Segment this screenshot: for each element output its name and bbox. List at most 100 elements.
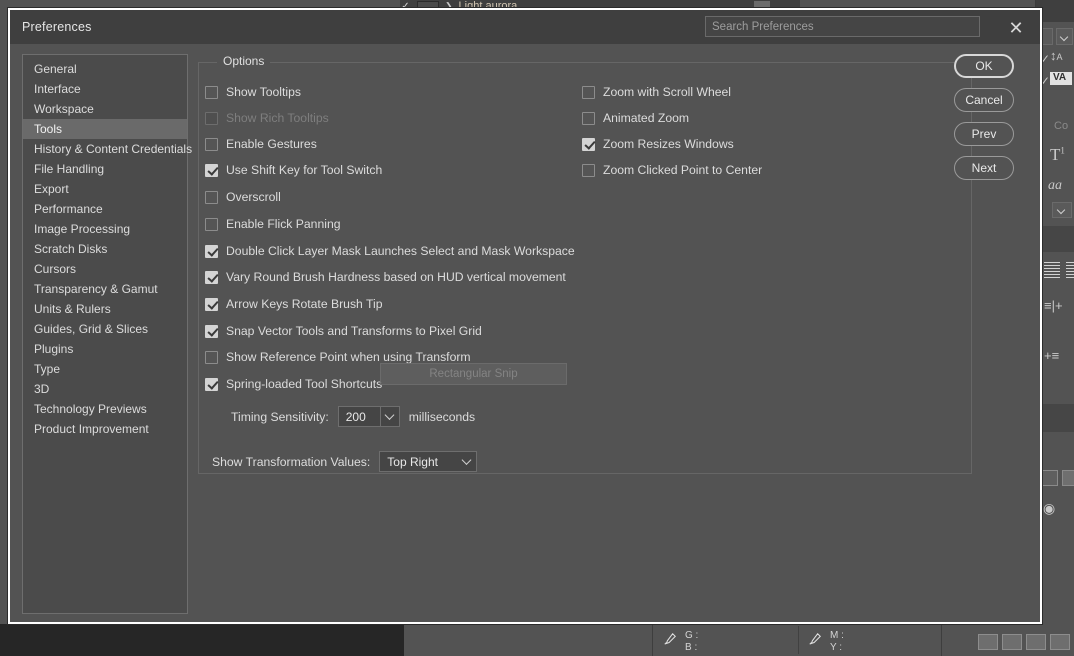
checkbox-row-animated-zoom[interactable]: Animated Zoom (582, 111, 689, 125)
sidebar-item-3d[interactable]: 3D (23, 379, 187, 399)
checkbox-row-enable-flick-panning[interactable]: Enable Flick Panning (205, 217, 341, 231)
checkbox-icon[interactable] (205, 298, 218, 311)
checkbox-icon[interactable] (205, 245, 218, 258)
checkbox-icon[interactable] (205, 351, 218, 364)
sidebar-item-units-rulers[interactable]: Units & Rulers (23, 299, 187, 319)
checkbox-label: Snap Vector Tools and Transforms to Pixe… (226, 324, 482, 338)
checkbox-row-zoom-clicked-point-to-center[interactable]: Zoom Clicked Point to Center (582, 163, 762, 177)
sidebar-item-product-improvement[interactable]: Product Improvement (23, 419, 187, 439)
checkbox-row-show-tooltips[interactable]: Show Tooltips (205, 85, 301, 99)
sidebar-item-label: Export (34, 182, 69, 196)
sidebar-item-label: Interface (34, 82, 81, 96)
sidebar-item-transparency-gamut[interactable]: Transparency & Gamut (23, 279, 187, 299)
sidebar-item-label: Plugins (34, 342, 73, 356)
curves-icon[interactable] (1026, 634, 1046, 650)
info-channel-b: B : (685, 642, 697, 654)
checkbox-icon[interactable] (582, 86, 595, 99)
checkbox-row-vary-round-brush-hardness-based-on-hud-vertical-movement[interactable]: Vary Round Brush Hardness based on HUD v… (205, 270, 566, 284)
checkbox-label: Double Click Layer Mask Launches Select … (226, 244, 575, 258)
chevron-down-icon (1057, 206, 1065, 214)
sidebar-item-interface[interactable]: Interface (23, 79, 187, 99)
checkbox-label: Enable Gestures (226, 137, 317, 151)
checkbox-icon[interactable] (205, 218, 218, 231)
checkbox-row-arrow-keys-rotate-brush-tip[interactable]: Arrow Keys Rotate Brush Tip (205, 297, 382, 311)
checkbox-icon[interactable] (205, 138, 218, 151)
checkbox-icon[interactable] (205, 271, 218, 284)
checkbox-icon[interactable] (205, 378, 218, 391)
checkbox-label: Show Reference Point when using Transfor… (226, 350, 471, 364)
sidebar-item-scratch-disks[interactable]: Scratch Disks (23, 239, 187, 259)
sidebar-item-label: General (34, 62, 77, 76)
tracking-va-icon[interactable]: VA (1050, 72, 1072, 85)
checkbox-row-overscroll[interactable]: Overscroll (205, 190, 281, 204)
prev-button[interactable]: Prev (954, 122, 1014, 146)
info-channel-y: Y : (830, 642, 842, 654)
sidebar-item-plugins[interactable]: Plugins (23, 339, 187, 359)
cancel-button[interactable]: Cancel (954, 88, 1014, 112)
checkbox-icon[interactable] (205, 191, 218, 204)
checkbox-icon[interactable] (582, 164, 595, 177)
checkbox-icon[interactable] (582, 112, 595, 125)
eyedropper-icon-2 (808, 632, 822, 646)
sidebar-item-label: Product Improvement (34, 422, 149, 436)
camera-icon[interactable]: ◉ (1043, 500, 1055, 517)
checkbox-row-spring-loaded-tool-shortcuts[interactable]: Spring-loaded Tool Shortcuts (205, 377, 382, 391)
sidebar-item-technology-previews[interactable]: Technology Previews (23, 399, 187, 419)
checkbox-row-zoom-resizes-windows[interactable]: Zoom Resizes Windows (582, 137, 734, 151)
preferences-dialog: Preferences ✕ GeneralInterfaceWorkspaceT… (8, 8, 1042, 624)
checkbox-row-show-rich-tooltips: Show Rich Tooltips (205, 111, 329, 125)
chevron-down-icon (1060, 33, 1068, 41)
close-icon[interactable]: ✕ (1006, 18, 1026, 38)
space-before-icon[interactable]: +≡ (1044, 348, 1059, 363)
envelope-icon[interactable] (1050, 634, 1070, 650)
checkbox-row-use-shift-key-for-tool-switch[interactable]: Use Shift Key for Tool Switch (205, 163, 382, 177)
info-channel-m: M : (830, 630, 844, 642)
checkbox-icon[interactable] (582, 138, 595, 151)
sidebar-item-tools[interactable]: Tools (23, 119, 187, 139)
checkbox-icon (205, 112, 218, 125)
mask-icon[interactable] (978, 634, 998, 650)
sidebar-item-guides-grid-slices[interactable]: Guides, Grid & Slices (23, 319, 187, 339)
adjustment-layer-icon[interactable] (1062, 470, 1074, 486)
dock-dropdown-a[interactable] (1056, 28, 1073, 45)
checkbox-row-enable-gestures[interactable]: Enable Gestures (205, 137, 317, 151)
superscript-icon[interactable]: T1 (1050, 145, 1065, 165)
sidebar-item-performance[interactable]: Performance (23, 199, 187, 219)
antialias-icon[interactable]: aa (1048, 178, 1062, 194)
next-button[interactable]: Next (954, 156, 1014, 180)
sidebar-item-workspace[interactable]: Workspace (23, 99, 187, 119)
sidebar-item-label: Performance (34, 202, 103, 216)
timing-sensitivity-select-wrap: 100200300400500 (338, 406, 400, 427)
gradient-icon[interactable] (1002, 634, 1022, 650)
timing-sensitivity-select[interactable]: 100200300400500 (338, 406, 400, 427)
sidebar-item-type[interactable]: Type (23, 359, 187, 379)
new-group-icon[interactable] (1042, 470, 1058, 486)
indent-left-icon[interactable]: ≡|+ (1044, 298, 1063, 313)
sidebar-item-image-processing[interactable]: Image Processing (23, 219, 187, 239)
sidebar-item-general[interactable]: General (23, 59, 187, 79)
sidebar-item-label: Guides, Grid & Slices (34, 322, 148, 336)
align-center-icon[interactable] (1066, 262, 1074, 280)
sidebar-item-cursors[interactable]: Cursors (23, 259, 187, 279)
sidebar-item-label: Tools (34, 122, 62, 136)
search-input[interactable] (705, 16, 980, 37)
transformation-values-row: Show Transformation Values: NeverTop Lef… (212, 451, 477, 472)
checkbox-icon[interactable] (205, 325, 218, 338)
sidebar-item-file-handling[interactable]: File Handling (23, 159, 187, 179)
ok-button[interactable]: OK (954, 54, 1014, 78)
transformation-values-select[interactable]: NeverTop LeftTop RightBottom LeftBottom … (379, 451, 477, 472)
checkbox-icon[interactable] (205, 86, 218, 99)
preferences-category-list[interactable]: General Interface Workspace Tools History & … (22, 54, 188, 614)
sidebar-item-export[interactable]: Export (23, 179, 187, 199)
checkbox-row-zoom-with-scroll-wheel[interactable]: Zoom with Scroll Wheel (582, 85, 731, 99)
sidebar-item-label: History & Content Credentials (34, 142, 192, 156)
timing-sensitivity-label: Timing Sensitivity: (231, 410, 329, 424)
align-left-icon[interactable] (1044, 262, 1060, 280)
checkbox-row-show-reference-point-when-using-transform[interactable]: Show Reference Point when using Transfor… (205, 350, 471, 364)
sidebar-item-history-content-credentials[interactable]: History & Content Credentials (23, 139, 187, 159)
checkbox-icon[interactable] (205, 164, 218, 177)
dock-dropdown-b[interactable] (1052, 202, 1072, 218)
checkbox-row-snap-vector-tools-and-transforms-to-pixel-grid[interactable]: Snap Vector Tools and Transforms to Pixe… (205, 324, 482, 338)
checkbox-row-double-click-layer-mask-launches-select-and-mask-workspace[interactable]: Double Click Layer Mask Launches Select … (205, 244, 575, 258)
line-height-icon[interactable]: ↕A (1050, 48, 1063, 63)
